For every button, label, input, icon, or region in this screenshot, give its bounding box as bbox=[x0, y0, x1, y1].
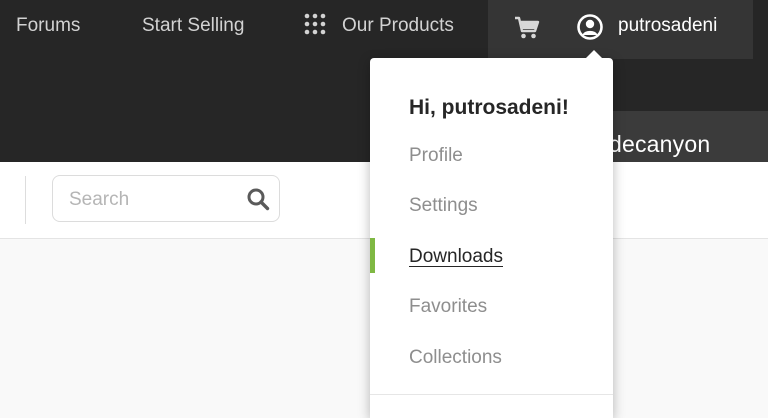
menu-item-settings[interactable]: Settings bbox=[409, 193, 478, 219]
search-input[interactable] bbox=[67, 185, 241, 215]
account-dropdown-menu: Hi, putrosadeni! Profile Settings Downlo… bbox=[370, 50, 613, 418]
account-area: putrosadeni bbox=[488, 0, 753, 59]
nav-start-selling-link[interactable]: Start Selling bbox=[142, 14, 244, 38]
dropdown-caret bbox=[585, 50, 603, 59]
user-circle-icon[interactable] bbox=[576, 13, 604, 41]
menu-item-downloads[interactable]: Downloads bbox=[409, 244, 503, 270]
account-username[interactable]: putrosadeni bbox=[618, 14, 717, 38]
menu-item-collections[interactable]: Collections bbox=[409, 345, 502, 371]
search-icon[interactable] bbox=[246, 187, 270, 211]
vertical-divider bbox=[25, 176, 26, 224]
cart-icon[interactable] bbox=[513, 14, 541, 42]
search-box[interactable] bbox=[52, 175, 280, 222]
nav-forums-link[interactable]: Forums bbox=[16, 14, 80, 38]
menu-item-favorites[interactable]: Favorites bbox=[409, 294, 487, 320]
nav-our-products-link[interactable]: Our Products bbox=[304, 13, 454, 38]
menu-item-profile[interactable]: Profile bbox=[409, 143, 463, 169]
dropdown-separator bbox=[370, 394, 613, 395]
grid-dots-icon bbox=[304, 13, 326, 35]
nav-our-products-label: Our Products bbox=[342, 15, 454, 36]
active-item-marker bbox=[370, 238, 375, 273]
dropdown-greeting: Hi, putrosadeni! bbox=[409, 96, 569, 119]
brand-logo-text: odecanyon bbox=[596, 131, 711, 157]
